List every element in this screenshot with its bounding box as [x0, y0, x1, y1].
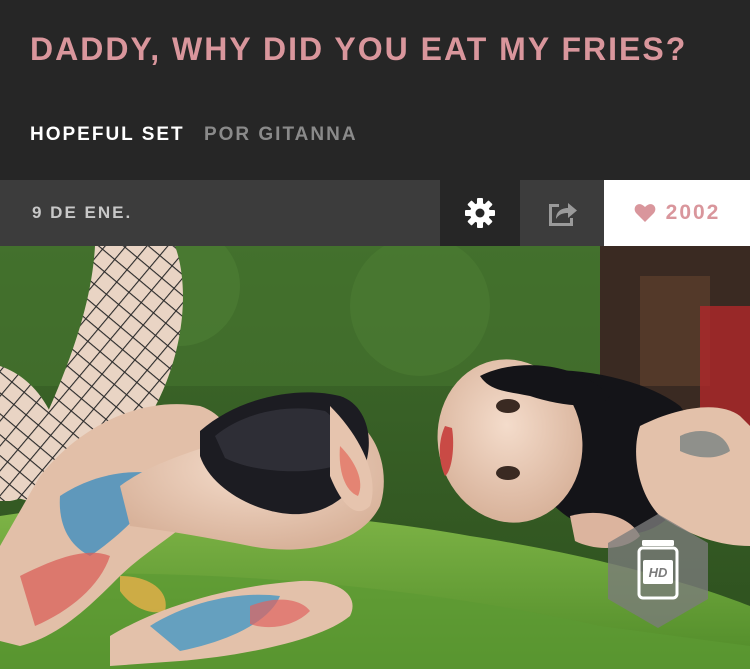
hd-toggle-button[interactable]: HD [604, 512, 712, 630]
heart-icon [634, 204, 655, 222]
set-name[interactable]: HOPEFUL SET [30, 124, 185, 145]
post-title: DADDY, WHY DID YOU EAT MY FRIES? [30, 31, 688, 67]
post-subline: HOPEFUL SET POR GITANNA [30, 124, 358, 146]
like-count: 2002 [665, 201, 721, 224]
share-button[interactable] [520, 180, 604, 246]
post-date: 9 DE ENE. [0, 180, 440, 246]
gear-icon [465, 198, 495, 228]
post-photo[interactable]: HD [0, 246, 750, 669]
hd-label: HD [648, 565, 668, 580]
like-button[interactable]: 2002 [604, 180, 750, 246]
settings-button[interactable] [440, 180, 520, 246]
post-header: DADDY, WHY DID YOU EAT MY FRIES? HOPEFUL… [0, 0, 750, 180]
post-date-label: 9 DE ENE. [32, 203, 133, 222]
author-byline[interactable]: POR GITANNA [204, 124, 358, 145]
share-icon [549, 203, 577, 226]
post-toolbar: 9 DE ENE. 2002 [0, 180, 750, 246]
